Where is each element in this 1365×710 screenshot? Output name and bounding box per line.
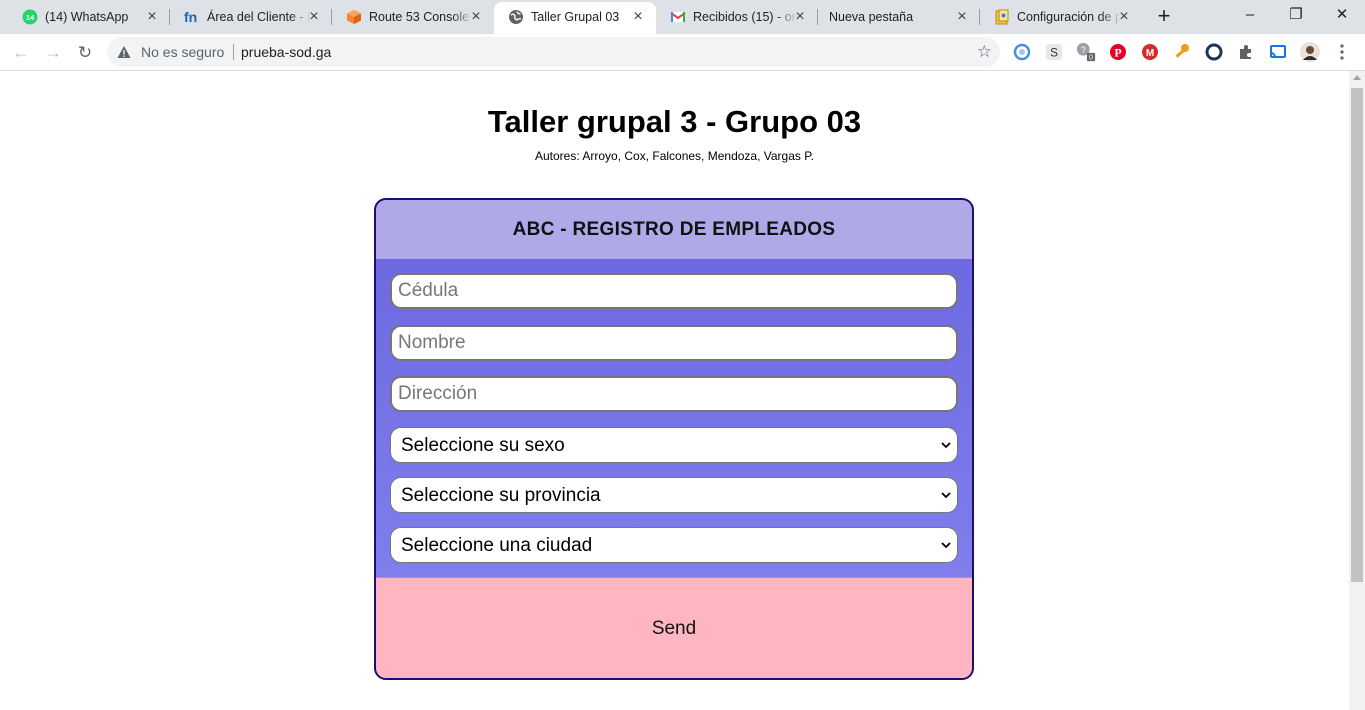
- extension-badge: 0: [1089, 53, 1093, 62]
- address-bar[interactable]: No es seguro prueba-sod.ga ☆: [107, 37, 1000, 67]
- provincia-select[interactable]: Seleccione su provincia: [390, 477, 958, 513]
- minimize-button[interactable]: –: [1227, 0, 1273, 32]
- tab-whatsapp[interactable]: 14 (14) WhatsApp ×: [8, 0, 170, 34]
- sync-icon[interactable]: [1012, 42, 1032, 62]
- chevron-down-icon: [941, 492, 951, 499]
- forward-button[interactable]: →: [40, 40, 66, 66]
- close-tab-icon[interactable]: ×: [144, 9, 160, 25]
- tab-title: Recibidos (15) - or: [693, 10, 796, 24]
- ciudad-select[interactable]: Seleccione una ciudad: [390, 527, 958, 563]
- browser-toolbar: ← → ↻ No es seguro prueba-sod.ga ☆ S ? 0…: [0, 34, 1365, 71]
- omnibox-divider: [233, 44, 234, 60]
- close-tab-icon[interactable]: ×: [306, 9, 322, 25]
- send-button-label: Send: [651, 618, 697, 639]
- form-header: ABC - REGISTRO DE EMPLEADOS: [376, 200, 972, 259]
- scrollbar-thumb[interactable]: [1351, 88, 1363, 582]
- sexo-select-value: Seleccione su sexo: [401, 435, 565, 456]
- tab-title: Configuración de p: [1017, 10, 1121, 24]
- new-tab-button[interactable]: +: [1150, 3, 1178, 31]
- whatsapp-icon: 14: [22, 9, 38, 25]
- security-label[interactable]: No es seguro: [141, 44, 224, 60]
- svg-text:M: M: [1146, 48, 1154, 59]
- close-tab-icon[interactable]: ×: [792, 9, 808, 25]
- tab-configuracion[interactable]: Configuración de p ×: [980, 0, 1142, 34]
- tab-title: Taller Grupal 03: [531, 10, 620, 24]
- employee-registration-form: ABC - REGISTRO DE EMPLEADOS Seleccione s…: [374, 198, 974, 680]
- puzzle-icon[interactable]: [1236, 42, 1256, 62]
- close-tab-icon[interactable]: ×: [954, 9, 970, 25]
- sexo-select[interactable]: Seleccione su sexo: [390, 427, 958, 463]
- svg-text:?: ?: [1081, 45, 1086, 55]
- scroll-up-arrow[interactable]: [1353, 75, 1361, 80]
- direccion-input[interactable]: [390, 376, 958, 412]
- nombre-input[interactable]: [390, 325, 958, 361]
- tab-title: Route 53 Console: [369, 10, 470, 24]
- key-icon[interactable]: [1172, 42, 1192, 62]
- s-extension-icon[interactable]: S: [1044, 42, 1064, 62]
- browser-menu-icon[interactable]: [1332, 42, 1352, 62]
- close-tab-icon[interactable]: ×: [630, 9, 646, 25]
- reload-button[interactable]: ↻: [72, 40, 98, 66]
- bookmark-star-icon[interactable]: ☆: [977, 42, 992, 62]
- globe-icon: [509, 10, 523, 24]
- chevron-down-icon: [941, 442, 951, 449]
- circle-extension-icon[interactable]: [1204, 42, 1224, 62]
- cedula-input[interactable]: [390, 273, 958, 309]
- provincia-select-value: Seleccione su provincia: [401, 485, 601, 506]
- tab-area-cliente[interactable]: fn Área del Cliente - I ×: [170, 0, 332, 34]
- back-button[interactable]: ←: [8, 40, 34, 66]
- tab-title: Nueva pestaña: [829, 10, 914, 24]
- tab-title: Área del Cliente - I: [207, 10, 311, 24]
- close-tab-icon[interactable]: ×: [1116, 9, 1132, 25]
- page-scrollbar[interactable]: [1349, 71, 1365, 710]
- svg-text:S: S: [1050, 46, 1058, 60]
- restore-button[interactable]: ❐: [1273, 0, 1319, 32]
- profile-avatar[interactable]: [1300, 42, 1320, 62]
- mega-icon[interactable]: M: [1140, 42, 1160, 62]
- svg-text:fn: fn: [184, 9, 197, 25]
- form-title: ABC - REGISTRO DE EMPLEADOS: [512, 219, 836, 240]
- tab-route53[interactable]: Route 53 Console ×: [332, 0, 494, 34]
- whatsapp-badge: 14: [26, 13, 35, 22]
- close-window-button[interactable]: ✕: [1319, 0, 1365, 32]
- send-button[interactable]: Send: [376, 577, 972, 678]
- tab-title: (14) WhatsApp: [45, 10, 129, 24]
- tab-strip: 14 (14) WhatsApp × fn Área del Cliente -…: [0, 0, 1365, 34]
- aws-cube-icon: [347, 10, 361, 24]
- settings-doc-icon: [995, 9, 1009, 25]
- page-title: Taller grupal 3 - Grupo 03: [487, 104, 862, 139]
- tab-gmail[interactable]: Recibidos (15) - or ×: [656, 0, 818, 34]
- svg-text:P: P: [1114, 46, 1121, 60]
- chevron-down-icon: [941, 542, 951, 549]
- fn-icon: fn: [184, 9, 197, 25]
- close-tab-icon[interactable]: ×: [468, 9, 484, 25]
- ciudad-select-value: Seleccione una ciudad: [401, 535, 593, 556]
- cast-icon[interactable]: [1268, 42, 1288, 62]
- warning-icon[interactable]: [117, 45, 131, 59]
- authors-text: Autores: Arroyo, Cox, Falcones, Mendoza,…: [534, 149, 815, 163]
- pinterest-icon[interactable]: P: [1108, 42, 1128, 62]
- gmail-icon: [670, 12, 686, 22]
- help-extension-icon[interactable]: ? 0: [1076, 42, 1096, 62]
- url-text[interactable]: prueba-sod.ga: [241, 44, 331, 60]
- tab-nueva-pestana[interactable]: Nueva pestaña ×: [818, 0, 980, 34]
- tab-taller-grupal[interactable]: Taller Grupal 03 ×: [494, 2, 656, 34]
